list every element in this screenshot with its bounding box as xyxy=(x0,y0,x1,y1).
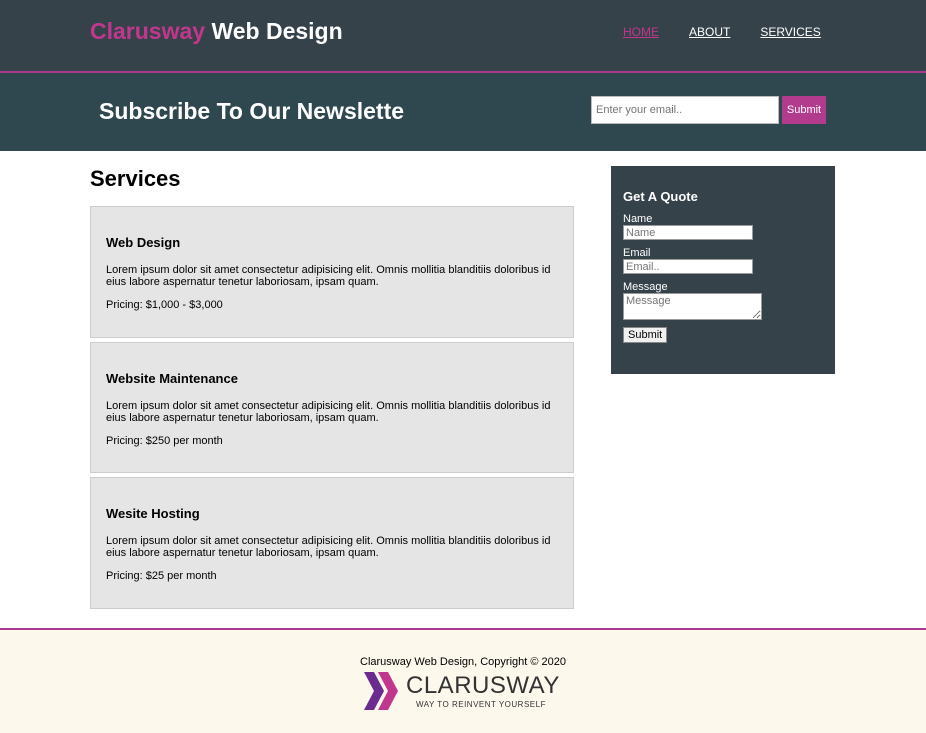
message-field[interactable] xyxy=(623,293,762,320)
main-nav: HOME ABOUT SERVICES xyxy=(623,25,851,39)
site-header: Clarusway Web Design HOME ABOUT SERVICES xyxy=(0,0,926,73)
email-field[interactable] xyxy=(623,259,753,274)
service-name: Website Maintenance xyxy=(106,371,238,386)
newsletter-title: Subscribe To Our Newslette xyxy=(99,98,405,124)
service-description: Lorem ipsum dolor sit amet consectetur a… xyxy=(106,400,551,424)
newsletter-section: Subscribe To Our Newslette Submit xyxy=(0,73,926,151)
nav-home-link[interactable]: HOME xyxy=(623,25,659,39)
quote-submit-button[interactable]: Submit xyxy=(623,327,668,343)
name-label: Name xyxy=(623,213,653,225)
services-title: Services xyxy=(90,166,181,191)
message-label: Message xyxy=(623,281,668,293)
service-pricing: Pricing: $250 per month xyxy=(106,435,223,447)
service-description: Lorem ipsum dolor sit amet consectetur a… xyxy=(106,264,551,288)
brand-rest: Web Design xyxy=(205,18,343,44)
service-card: Wesite Hosting Lorem ipsum dolor sit ame… xyxy=(90,477,574,609)
brand-accent: Clarusway xyxy=(90,18,206,44)
nav-about-link[interactable]: ABOUT xyxy=(689,25,730,39)
nav-services-link[interactable]: SERVICES xyxy=(760,25,820,39)
email-label: Email xyxy=(623,247,651,259)
service-pricing: Pricing: $25 per month xyxy=(106,570,217,582)
service-description: Lorem ipsum dolor sit amet consectetur a… xyxy=(106,535,551,559)
copyright-text: Clarusway Web Design, Copyright © 2020 xyxy=(360,656,566,668)
service-card: Web Design Lorem ipsum dolor sit amet co… xyxy=(90,206,574,338)
site-footer: Clarusway Web Design, Copyright © 2020 C… xyxy=(0,628,926,733)
chevron-logo-icon xyxy=(364,672,398,710)
site-brand[interactable]: Clarusway Web Design xyxy=(90,18,343,45)
newsletter-email-input[interactable] xyxy=(591,96,779,124)
service-name: Web Design xyxy=(106,235,181,250)
quote-title: Get A Quote xyxy=(623,189,698,204)
logo-text: CLARUSWAY xyxy=(406,672,560,699)
clarusway-logo: CLARUSWAY WAY TO REINVENT YOURSELF xyxy=(364,672,564,712)
newsletter-submit-button[interactable]: Submit xyxy=(782,96,826,124)
quote-form: Get A Quote Name Email Message Submit xyxy=(611,166,835,374)
service-card: Website Maintenance Lorem ipsum dolor si… xyxy=(90,342,574,473)
logo-tagline: WAY TO REINVENT YOURSELF xyxy=(416,700,546,709)
name-field[interactable] xyxy=(623,225,753,240)
service-pricing: Pricing: $1,000 - $3,000 xyxy=(106,299,223,311)
service-name: Wesite Hosting xyxy=(106,506,200,521)
